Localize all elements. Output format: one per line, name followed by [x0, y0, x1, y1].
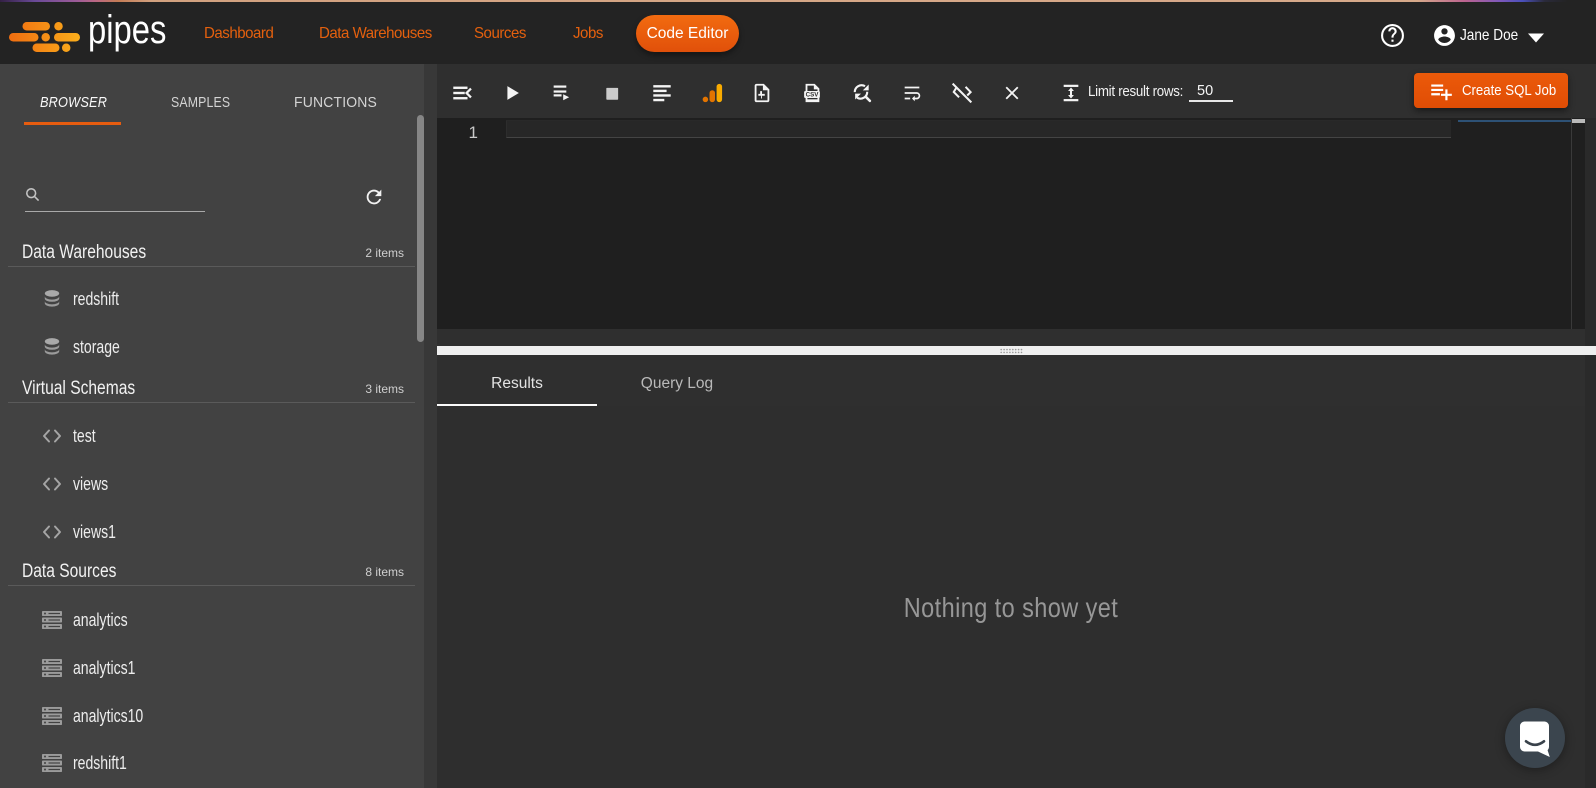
- svg-text:CSV: CSV: [806, 92, 820, 99]
